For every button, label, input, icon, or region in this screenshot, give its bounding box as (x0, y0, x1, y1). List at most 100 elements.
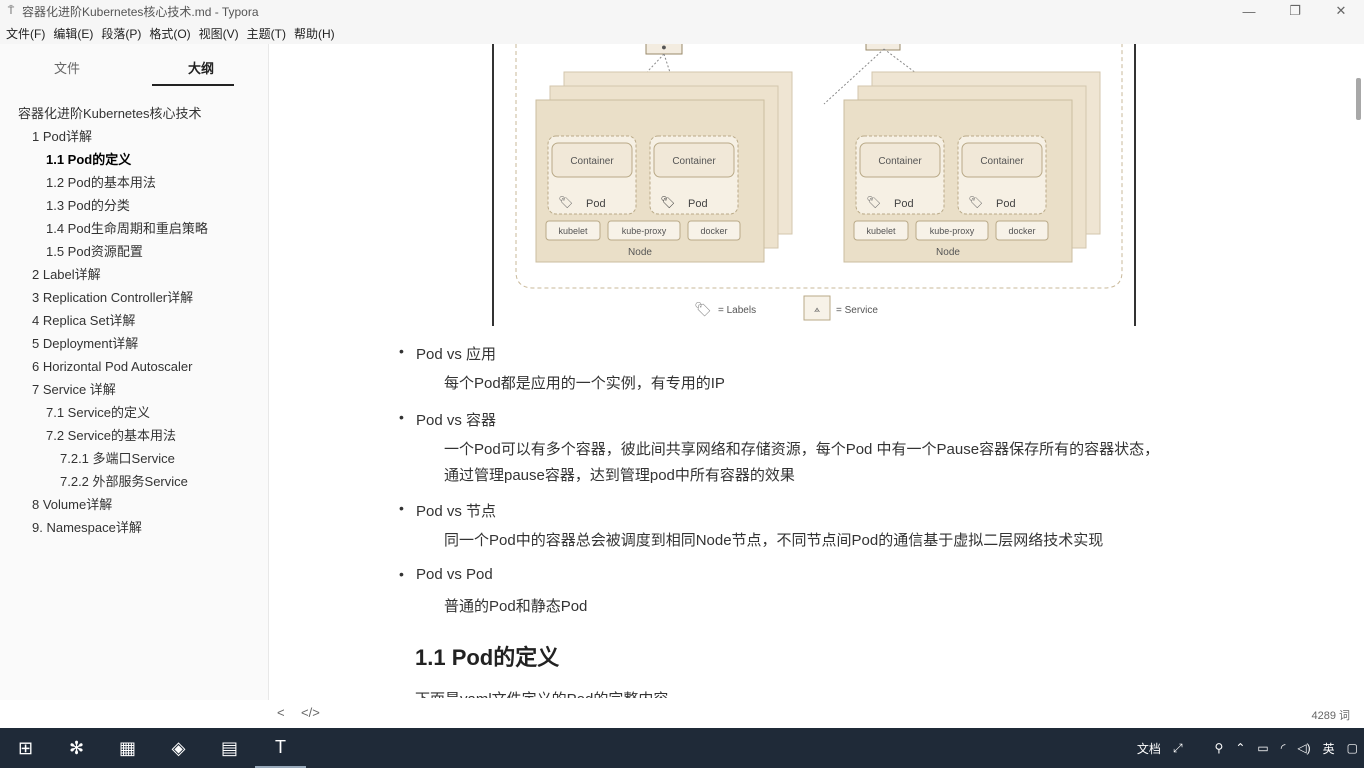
menu-bar: 文件(F) 编辑(E) 段落(P) 格式(O) 视图(V) 主题(T) 帮助(H… (0, 22, 1364, 44)
typora-taskbar-icon[interactable]: T (255, 728, 306, 768)
svg-text:docker: docker (1008, 226, 1035, 236)
windows-start-icon[interactable]: ⊞ (0, 728, 51, 768)
close-icon[interactable]: ✕ (1318, 0, 1364, 22)
svg-text:Node: Node (628, 247, 652, 258)
heading-pod-definition: 1.1 Pod的定义 (415, 645, 560, 670)
outline-item[interactable]: 7 Service 详解 (0, 378, 268, 401)
outline-item[interactable]: 2 Label详解 (0, 263, 268, 286)
truncated-paragraph: 下面是yaml文件定义的Pod的完整内容 (415, 688, 668, 698)
typora-icon: T̄ (7, 5, 15, 17)
wifi-icon[interactable]: ◜ (1275, 741, 1292, 755)
para-pod-vs-app: 每个Pod都是应用的一个实例，有专用的IP (444, 375, 725, 392)
editor[interactable]: ● Container 🏷 Pod Container � (270, 44, 1352, 700)
svg-text:Pod: Pod (894, 198, 914, 210)
menu-format[interactable]: 格式(O) (145, 25, 194, 42)
outline-item[interactable]: 7.2 Service的基本用法 (0, 424, 268, 447)
outline-item[interactable]: 容器化进阶Kubernetes核心技术 (0, 102, 268, 125)
battery-icon[interactable]: ▭ (1251, 741, 1274, 755)
outline-item[interactable]: 3 Replication Controller详解 (0, 286, 268, 309)
svg-text:🏷: 🏷 (660, 195, 675, 209)
source-code-mode-icon[interactable]: </> (301, 705, 320, 720)
app-icon-2[interactable]: ◈ (153, 728, 204, 768)
sidebar: 文件 大纲 容器化进阶Kubernetes核心技术 1 Pod详解 1.1 Pod的… (0, 44, 269, 700)
outline-item[interactable]: 1 Pod详解 (0, 125, 268, 148)
sidebar-tabs: 文件 大纲 (0, 44, 268, 88)
outline-item[interactable]: 6 Horizontal Pod Autoscaler (0, 355, 268, 378)
outline-item[interactable]: 1.5 Pod资源配置 (0, 240, 268, 263)
volume-icon[interactable]: ◁) (1291, 741, 1316, 755)
toggle-sidebar-icon[interactable]: < (277, 705, 285, 720)
svg-text:docker: docker (700, 226, 727, 236)
svg-text:kube-proxy: kube-proxy (930, 226, 975, 236)
restore-icon[interactable]: ❐ (1272, 0, 1318, 22)
tab-outline[interactable]: 大纲 (134, 44, 268, 88)
people-icon[interactable]: ⚲ (1209, 741, 1230, 755)
taskbar: ⊞ ✻ ▦ ◈ ▤ T 文档 ⤢ ⚲ ⌃ ▭ ◜ ◁) 英 ▢ (0, 728, 1364, 768)
bullet-pod-vs-container: Pod vs 容器 (399, 409, 496, 430)
pod-label-1: Pod (586, 198, 606, 210)
labels-legend-icon: 🏷 (694, 301, 712, 317)
menu-edit[interactable]: 编辑(E) (49, 25, 97, 42)
svg-text:kube-proxy: kube-proxy (622, 226, 667, 236)
scrollbar[interactable] (1352, 44, 1364, 700)
svg-text:🏷: 🏷 (968, 195, 983, 209)
bullet-pod-vs-node: Pod vs 节点 (399, 500, 496, 521)
chevron-up-icon[interactable]: ⌃ (1229, 741, 1251, 755)
window-controls: — ❐ ✕ (1226, 0, 1364, 22)
para-pod-vs-node: 同一个Pod中的容器总会被调度到相同Node节点，不同节点间Pod的通信基于虚拟… (444, 532, 1104, 549)
outline-item[interactable]: 1.1 Pod的定义 (0, 148, 268, 171)
labels-legend-text: = Labels (718, 305, 756, 316)
window-title: 容器化进阶Kubernetes核心技术.md - Typora (22, 4, 259, 19)
menu-theme[interactable]: 主题(T) (243, 25, 290, 42)
bullet-pod-vs-app: Pod vs 应用 (399, 343, 496, 364)
app-icon-1[interactable]: ▦ (102, 728, 153, 768)
minimize-icon[interactable]: — (1226, 0, 1272, 22)
word-count[interactable]: 4289 词 (1311, 707, 1350, 723)
container-label-2: Container (672, 156, 716, 167)
para-pod-vs-container-1: 一个Pod可以有多个容器，彼此间共享网络和存储资源，每个Pod 中有一个Paus… (444, 441, 1160, 458)
file-explorer-icon[interactable]: ▤ (204, 728, 255, 768)
svg-text:Container: Container (980, 156, 1024, 167)
tray-arrow-icon[interactable]: ⤢ (1167, 741, 1189, 756)
para-pod-vs-container-2: 通过管理pause容器，达到管理pod中所有容器的效果 (444, 467, 795, 484)
outline-item[interactable]: 8 Volume详解 (0, 493, 268, 516)
menu-help[interactable]: 帮助(H) (290, 25, 339, 42)
menu-view[interactable]: 视图(V) (195, 25, 243, 42)
outline-item[interactable]: 7.1 Service的定义 (0, 401, 268, 424)
pod-architecture-figure: ● Container 🏷 Pod Container � (492, 44, 1136, 326)
outline-item[interactable]: 9. Namespace详解 (0, 516, 268, 539)
outline-item[interactable]: 4 Replica Set详解 (0, 309, 268, 332)
para-pod-vs-pod: 普通的Pod和静态Pod (444, 598, 588, 615)
notification-icon[interactable]: ▢ (1341, 741, 1364, 755)
svg-text:🏷: 🏷 (866, 195, 881, 209)
outline-item[interactable]: 1.3 Pod的分类 (0, 194, 268, 217)
scrollbar-thumb[interactable] (1356, 78, 1361, 120)
outline-item[interactable]: 1.4 Pod生命周期和重启策略 (0, 217, 268, 240)
node-left: Container 🏷 Pod Container 🏷 Pod kubelet … (535, 71, 793, 263)
menu-paragraph[interactable]: 段落(P) (97, 25, 145, 42)
tab-active-indicator (152, 84, 234, 86)
service-legend-text: = Service (836, 305, 878, 316)
app-icon-pinwheel[interactable]: ✻ (51, 728, 102, 768)
svg-text:🏷: 🏷 (558, 195, 573, 209)
outline-item[interactable]: 1.2 Pod的基本用法 (0, 171, 268, 194)
status-bar: < </> 4289 词 (270, 700, 1364, 728)
tray-doc-label[interactable]: 文档 (1131, 740, 1167, 757)
title-bar: T̄ 容器化进阶Kubernetes核心技术.md - Typora — ❐ ✕ (0, 0, 1364, 22)
outline-list: 容器化进阶Kubernetes核心技术 1 Pod详解 1.1 Pod的定义 1.2 … (0, 102, 268, 539)
svg-text:kubelet: kubelet (866, 226, 896, 236)
service-legend-icon: ⟑ (814, 304, 820, 315)
ime-indicator[interactable]: 英 (1317, 740, 1341, 757)
menu-file[interactable]: 文件(F) (2, 25, 49, 42)
outline-item[interactable]: 7.2.1 多端口Service (0, 447, 268, 470)
sidebar-footer (0, 700, 269, 728)
pod-node-diagram: ● Container 🏷 Pod Container � (515, 44, 1123, 321)
outline-item[interactable]: 7.2.2 外部服务Service (0, 470, 268, 493)
outline-item[interactable]: 5 Deployment详解 (0, 332, 268, 355)
node-right: Container 🏷 Pod Container 🏷 Pod kubelet … (843, 71, 1101, 263)
container-label-1: Container (570, 156, 614, 167)
bullet-pod-vs-pod: Pod vs Pod (399, 566, 493, 583)
svg-text:Container: Container (878, 156, 922, 167)
tab-files[interactable]: 文件 (0, 44, 134, 88)
svg-text:●: ● (661, 44, 666, 52)
